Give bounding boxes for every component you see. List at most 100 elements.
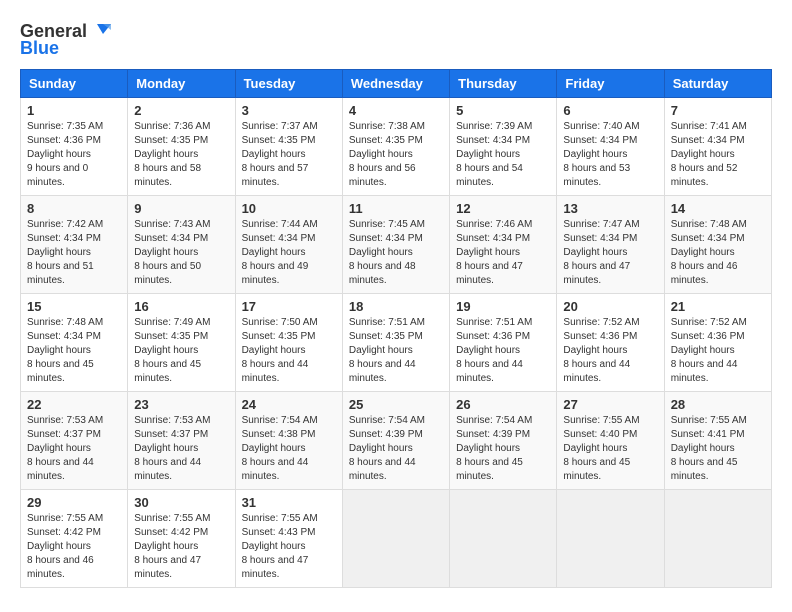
day-number: 11 (349, 201, 443, 216)
day-info: Sunrise: 7:54 AMSunset: 4:39 PMDaylight … (349, 414, 443, 484)
day-info: Sunrise: 7:55 AMSunset: 4:41 PMDaylight … (671, 414, 765, 484)
calendar-cell: 22Sunrise: 7:53 AMSunset: 4:37 PMDayligh… (21, 392, 128, 490)
day-number: 26 (456, 397, 550, 412)
day-number: 27 (563, 397, 657, 412)
day-info: Sunrise: 7:43 AMSunset: 4:34 PMDaylight … (134, 218, 228, 288)
logo: General Blue (20, 20, 111, 59)
calendar-cell: 3Sunrise: 7:37 AMSunset: 4:35 PMDaylight… (235, 98, 342, 196)
col-header-wednesday: Wednesday (342, 70, 449, 98)
day-number: 18 (349, 299, 443, 314)
calendar-cell: 8 Sunrise: 7:42 AMSunset: 4:34 PMDaylight… (21, 196, 128, 294)
day-number: 7 (671, 103, 765, 118)
col-header-friday: Friday (557, 70, 664, 98)
calendar-cell: 20 Sunrise: 7:52 AMSunset: 4:36 PMDayligh… (557, 294, 664, 392)
logo-text-blue: Blue (20, 38, 59, 59)
day-info: Sunrise: 7:45 AMSunset: 4:34 PMDaylight … (349, 218, 443, 288)
calendar-cell: 6Sunrise: 7:40 AMSunset: 4:34 PMDaylight… (557, 98, 664, 196)
day-info: Sunrise: 7:55 AMSunset: 4:42 PMDaylight … (134, 512, 228, 582)
day-info: Sunrise: 7:50 AMSunset: 4:35 PMDaylight … (242, 316, 336, 386)
col-header-thursday: Thursday (450, 70, 557, 98)
calendar-week-5: 29 Sunrise: 7:55 AMSunset: 4:42 PMDayligh… (21, 490, 772, 588)
page-header: General Blue (20, 20, 772, 59)
day-info: Sunrise: 7:36 AMSunset: 4:35 PMDaylight … (134, 120, 228, 190)
day-info: Sunrise: 7:44 AMSunset: 4:34 PMDaylight … (242, 218, 336, 288)
calendar-cell: 9 Sunrise: 7:43 AMSunset: 4:34 PMDaylight… (128, 196, 235, 294)
calendar-cell: 15 Sunrise: 7:48 AMSunset: 4:34 PMDayligh… (21, 294, 128, 392)
calendar-cell: 21Sunrise: 7:52 AMSunset: 4:36 PMDayligh… (664, 294, 771, 392)
day-number: 28 (671, 397, 765, 412)
calendar-cell (557, 490, 664, 588)
calendar-cell: 24 Sunrise: 7:54 AMSunset: 4:38 PMDayligh… (235, 392, 342, 490)
calendar-cell: 12 Sunrise: 7:46 AMSunset: 4:34 PMDayligh… (450, 196, 557, 294)
calendar-cell (450, 490, 557, 588)
day-info: Sunrise: 7:55 AMSunset: 4:43 PMDaylight … (242, 512, 336, 582)
calendar-cell (342, 490, 449, 588)
day-number: 15 (27, 299, 121, 314)
col-header-sunday: Sunday (21, 70, 128, 98)
day-info: Sunrise: 7:52 AMSunset: 4:36 PMDaylight … (563, 316, 657, 386)
day-number: 6 (563, 103, 657, 118)
calendar-cell: 23 Sunrise: 7:53 AMSunset: 4:37 PMDayligh… (128, 392, 235, 490)
day-info: Sunrise: 7:38 AMSunset: 4:35 PMDaylight … (349, 120, 443, 190)
calendar-cell: 5 Sunrise: 7:39 AMSunset: 4:34 PMDaylight… (450, 98, 557, 196)
calendar-cell: 29 Sunrise: 7:55 AMSunset: 4:42 PMDayligh… (21, 490, 128, 588)
day-number: 29 (27, 495, 121, 510)
calendar-cell: 11 Sunrise: 7:45 AMSunset: 4:34 PMDayligh… (342, 196, 449, 294)
day-number: 23 (134, 397, 228, 412)
day-number: 22 (27, 397, 121, 412)
col-header-saturday: Saturday (664, 70, 771, 98)
day-info: Sunrise: 7:48 AMSunset: 4:34 PMDaylight … (671, 218, 765, 288)
calendar-week-4: 22 Sunrise: 7:53 AMSunset: 4:37 PMDayligh… (21, 392, 772, 490)
day-number: 9 (134, 201, 228, 216)
day-number: 21 (671, 299, 765, 314)
calendar-cell: 16 Sunrise: 7:49 AMSunset: 4:35 PMDayligh… (128, 294, 235, 392)
col-header-tuesday: Tuesday (235, 70, 342, 98)
day-number: 13 (563, 201, 657, 216)
calendar-cell: 27 Sunrise: 7:55 AMSunset: 4:40 PMDayligh… (557, 392, 664, 490)
day-info: Sunrise: 7:48 AMSunset: 4:34 PMDaylight … (27, 316, 121, 386)
calendar-cell: 17Sunrise: 7:50 AMSunset: 4:35 PMDayligh… (235, 294, 342, 392)
day-number: 19 (456, 299, 550, 314)
day-number: 8 (27, 201, 121, 216)
col-header-monday: Monday (128, 70, 235, 98)
day-info: Sunrise: 7:46 AMSunset: 4:34 PMDaylight … (456, 218, 550, 288)
day-info: Sunrise: 7:55 AMSunset: 4:40 PMDaylight … (563, 414, 657, 484)
calendar-cell: 31Sunrise: 7:55 AMSunset: 4:43 PMDayligh… (235, 490, 342, 588)
day-info: Sunrise: 7:55 AMSunset: 4:42 PMDaylight … (27, 512, 121, 582)
day-number: 16 (134, 299, 228, 314)
day-number: 14 (671, 201, 765, 216)
calendar-header-row: SundayMondayTuesdayWednesdayThursdayFrid… (21, 70, 772, 98)
calendar-cell: 4 Sunrise: 7:38 AMSunset: 4:35 PMDaylight… (342, 98, 449, 196)
day-number: 30 (134, 495, 228, 510)
day-number: 5 (456, 103, 550, 118)
calendar-table: SundayMondayTuesdayWednesdayThursdayFrid… (20, 69, 772, 588)
logo-bird-icon (89, 20, 111, 42)
day-info: Sunrise: 7:47 AMSunset: 4:34 PMDaylight … (563, 218, 657, 288)
calendar-cell (664, 490, 771, 588)
calendar-cell: 10Sunrise: 7:44 AMSunset: 4:34 PMDayligh… (235, 196, 342, 294)
day-number: 1 (27, 103, 121, 118)
calendar-week-3: 15 Sunrise: 7:48 AMSunset: 4:34 PMDayligh… (21, 294, 772, 392)
day-number: 25 (349, 397, 443, 412)
day-number: 20 (563, 299, 657, 314)
logo-graphic: General Blue (20, 20, 111, 59)
calendar-cell: 13 Sunrise: 7:47 AMSunset: 4:34 PMDayligh… (557, 196, 664, 294)
day-number: 12 (456, 201, 550, 216)
day-info: Sunrise: 7:42 AMSunset: 4:34 PMDaylight … (27, 218, 121, 288)
day-info: Sunrise: 7:39 AMSunset: 4:34 PMDaylight … (456, 120, 550, 190)
calendar-cell: 26 Sunrise: 7:54 AMSunset: 4:39 PMDayligh… (450, 392, 557, 490)
day-info: Sunrise: 7:54 AMSunset: 4:39 PMDaylight … (456, 414, 550, 484)
day-info: Sunrise: 7:35 AMSunset: 4:36 PMDaylight … (27, 120, 121, 190)
day-info: Sunrise: 7:53 AMSunset: 4:37 PMDaylight … (134, 414, 228, 484)
day-number: 4 (349, 103, 443, 118)
day-number: 3 (242, 103, 336, 118)
calendar-cell: 2Sunrise: 7:36 AMSunset: 4:35 PMDaylight… (128, 98, 235, 196)
day-info: Sunrise: 7:54 AMSunset: 4:38 PMDaylight … (242, 414, 336, 484)
calendar-cell: 18Sunrise: 7:51 AMSunset: 4:35 PMDayligh… (342, 294, 449, 392)
day-number: 24 (242, 397, 336, 412)
calendar-week-2: 8 Sunrise: 7:42 AMSunset: 4:34 PMDaylight… (21, 196, 772, 294)
calendar-week-1: 1 Sunrise: 7:35 AMSunset: 4:36 PMDaylight… (21, 98, 772, 196)
day-info: Sunrise: 7:49 AMSunset: 4:35 PMDaylight … (134, 316, 228, 386)
day-info: Sunrise: 7:41 AMSunset: 4:34 PMDaylight … (671, 120, 765, 190)
calendar-cell: 1 Sunrise: 7:35 AMSunset: 4:36 PMDaylight… (21, 98, 128, 196)
